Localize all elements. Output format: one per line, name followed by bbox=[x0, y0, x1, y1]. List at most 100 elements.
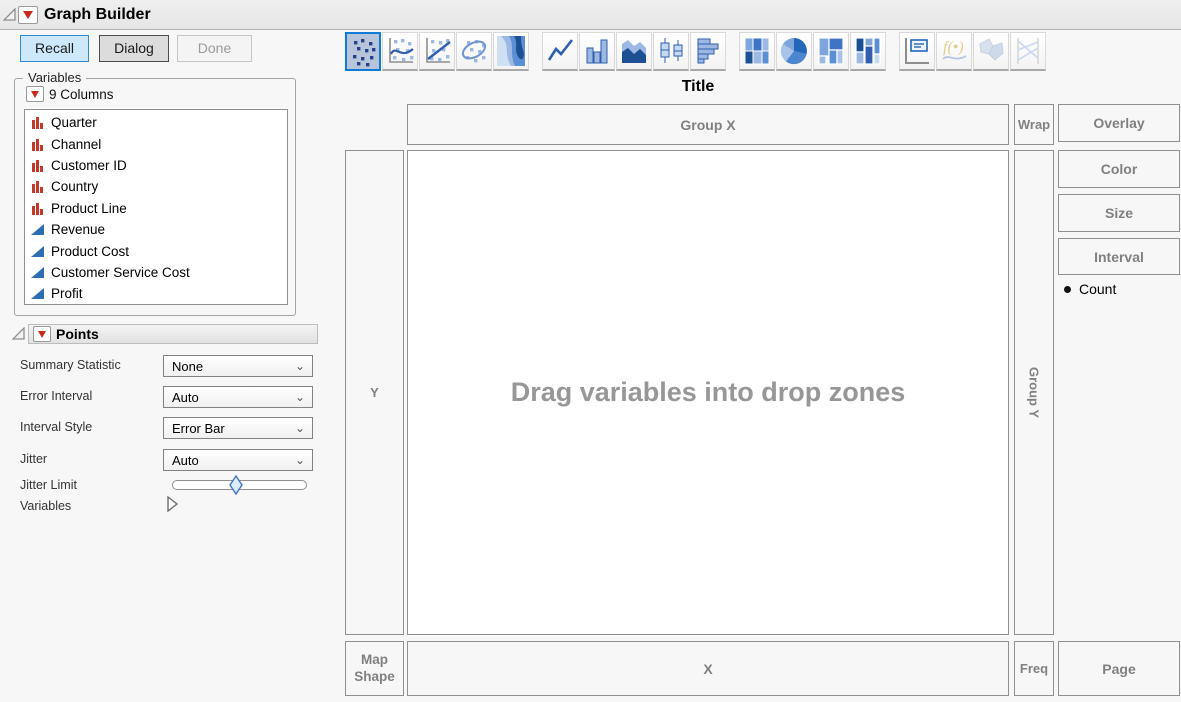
variable-label: Quarter bbox=[51, 115, 97, 130]
chevron-down-icon: ⌄ bbox=[295, 421, 305, 435]
columns-header: 9 Columns bbox=[24, 86, 114, 102]
variables-panel: Variables 9 Columns QuarterChannelCustom… bbox=[14, 78, 296, 316]
smoother-chart-icon[interactable] bbox=[382, 32, 418, 71]
variable-label: Customer Service Cost bbox=[51, 265, 190, 280]
variable-label: Product Line bbox=[51, 201, 127, 216]
group-y-label: Group Y bbox=[1027, 367, 1042, 418]
formula-chart-icon: f(•) bbox=[936, 32, 972, 71]
columns-count-label: 9 Columns bbox=[49, 87, 114, 102]
chevron-down-icon: ⌄ bbox=[295, 390, 305, 404]
plot-area[interactable]: Drag variables into drop zones bbox=[407, 150, 1009, 635]
done-button[interactable]: Done bbox=[177, 35, 252, 62]
bar-chart-icon[interactable] bbox=[579, 32, 615, 71]
points-red-triangle-menu-icon[interactable] bbox=[33, 326, 51, 342]
variable-label: Revenue bbox=[51, 222, 105, 237]
jitter-value: Auto bbox=[172, 453, 199, 468]
summary-statistic-value: None bbox=[172, 359, 203, 374]
count-label: Count bbox=[1079, 281, 1116, 297]
collapse-triangle-icon[interactable] bbox=[3, 8, 16, 21]
drop-zone-group-x[interactable]: Group X bbox=[407, 104, 1009, 145]
red-triangle-menu-icon[interactable] bbox=[18, 6, 38, 24]
nominal-column-icon bbox=[31, 180, 44, 193]
variable-label: Profit bbox=[51, 286, 83, 301]
area-chart-icon[interactable] bbox=[616, 32, 652, 71]
drop-zone-freq[interactable]: Freq bbox=[1014, 641, 1054, 696]
drop-zone-interval[interactable]: Interval bbox=[1058, 238, 1180, 275]
summary-statistic-label: Summary Statistic bbox=[20, 358, 121, 372]
variable-item-customer-service-cost[interactable]: Customer Service Cost bbox=[25, 262, 287, 283]
continuous-column-icon bbox=[31, 266, 44, 279]
chart-type-palette: f(•) bbox=[345, 32, 1047, 72]
variable-label: Product Cost bbox=[51, 244, 129, 259]
line-chart-icon[interactable] bbox=[542, 32, 578, 71]
variable-item-product-cost[interactable]: Product Cost bbox=[25, 240, 287, 261]
parallel-chart-icon bbox=[1010, 32, 1046, 71]
columns-red-triangle-menu-icon[interactable] bbox=[26, 86, 44, 102]
caption-box-chart-icon[interactable] bbox=[899, 32, 935, 71]
variable-item-revenue[interactable]: Revenue bbox=[25, 219, 287, 240]
ellipse-chart-icon[interactable] bbox=[456, 32, 492, 71]
drop-zone-page[interactable]: Page bbox=[1058, 641, 1180, 696]
variable-item-customer-id[interactable]: Customer ID bbox=[25, 155, 287, 176]
mosaic-chart-icon[interactable] bbox=[850, 32, 886, 71]
interval-style-label: Interval Style bbox=[20, 420, 92, 434]
drop-zone-x[interactable]: X bbox=[407, 641, 1009, 696]
points-panel-title: Points bbox=[56, 326, 99, 342]
variables-panel-legend: Variables bbox=[23, 70, 86, 85]
error-interval-label: Error Interval bbox=[20, 389, 92, 403]
variable-item-profit[interactable]: Profit bbox=[25, 283, 287, 304]
window-titlebar: Graph Builder bbox=[0, 0, 1181, 30]
variable-item-channel[interactable]: Channel bbox=[25, 133, 287, 154]
variable-label: Country bbox=[51, 179, 98, 194]
drop-zone-size[interactable]: Size bbox=[1058, 194, 1180, 232]
drop-zone-y[interactable]: Y bbox=[345, 150, 404, 635]
continuous-column-icon bbox=[31, 245, 44, 258]
error-interval-value: Auto bbox=[172, 390, 199, 405]
histogram-chart-icon[interactable] bbox=[690, 32, 726, 71]
treemap-chart-icon[interactable] bbox=[813, 32, 849, 71]
recall-button[interactable]: Recall bbox=[20, 35, 89, 62]
jitter-limit-label: Jitter Limit bbox=[20, 478, 77, 492]
svg-text:f(•): f(•) bbox=[943, 39, 964, 56]
points-panel-header: Points bbox=[28, 324, 318, 344]
drop-zone-color[interactable]: Color bbox=[1058, 150, 1180, 188]
error-interval-dropdown[interactable]: Auto ⌄ bbox=[163, 386, 313, 408]
nominal-column-icon bbox=[31, 202, 44, 215]
nominal-column-icon bbox=[31, 116, 44, 129]
summary-statistic-dropdown[interactable]: None ⌄ bbox=[163, 355, 313, 377]
count-row: Count bbox=[1064, 281, 1116, 297]
jitter-limit-slider[interactable] bbox=[172, 480, 307, 490]
pie-chart-icon[interactable] bbox=[776, 32, 812, 71]
dialog-button[interactable]: Dialog bbox=[99, 35, 169, 62]
box-plot-chart-icon[interactable] bbox=[653, 32, 689, 71]
drop-zone-group-y[interactable]: Group Y bbox=[1014, 150, 1054, 635]
contour-chart-icon[interactable] bbox=[493, 32, 529, 71]
slider-thumb[interactable] bbox=[229, 475, 243, 495]
variables-row-label: Variables bbox=[20, 499, 71, 513]
graph-title[interactable]: Title bbox=[397, 78, 999, 96]
continuous-column-icon bbox=[31, 223, 44, 236]
jitter-label: Jitter bbox=[20, 452, 47, 466]
variables-list: Quarter ChannelCustomer ID Country Product … bbox=[24, 109, 288, 305]
variable-item-quarter[interactable]: Quarter bbox=[25, 112, 287, 133]
map-shapes-chart-icon bbox=[973, 32, 1009, 71]
heatmap-chart-icon[interactable] bbox=[739, 32, 775, 71]
points-collapse-triangle-icon[interactable] bbox=[12, 327, 25, 340]
drop-zone-overlay[interactable]: Overlay bbox=[1058, 104, 1180, 142]
continuous-column-icon bbox=[31, 287, 44, 300]
jitter-dropdown[interactable]: Auto ⌄ bbox=[163, 449, 313, 471]
interval-style-value: Error Bar bbox=[172, 421, 225, 436]
drop-zone-placeholder: Drag variables into drop zones bbox=[511, 377, 906, 408]
chevron-down-icon: ⌄ bbox=[295, 453, 305, 467]
nominal-column-icon bbox=[31, 159, 44, 172]
variables-disclosure-icon[interactable] bbox=[166, 496, 178, 512]
interval-style-dropdown[interactable]: Error Bar ⌄ bbox=[163, 417, 313, 439]
variable-item-product-line[interactable]: Product Line bbox=[25, 198, 287, 219]
drop-zone-wrap[interactable]: Wrap bbox=[1014, 104, 1054, 145]
line-of-fit-chart-icon[interactable] bbox=[419, 32, 455, 71]
variable-item-country[interactable]: Country bbox=[25, 176, 287, 197]
chevron-down-icon: ⌄ bbox=[295, 359, 305, 373]
page-title: Graph Builder bbox=[44, 6, 151, 24]
points-chart-icon[interactable] bbox=[345, 32, 381, 71]
drop-zone-map-shape[interactable]: Map Shape bbox=[345, 641, 404, 696]
